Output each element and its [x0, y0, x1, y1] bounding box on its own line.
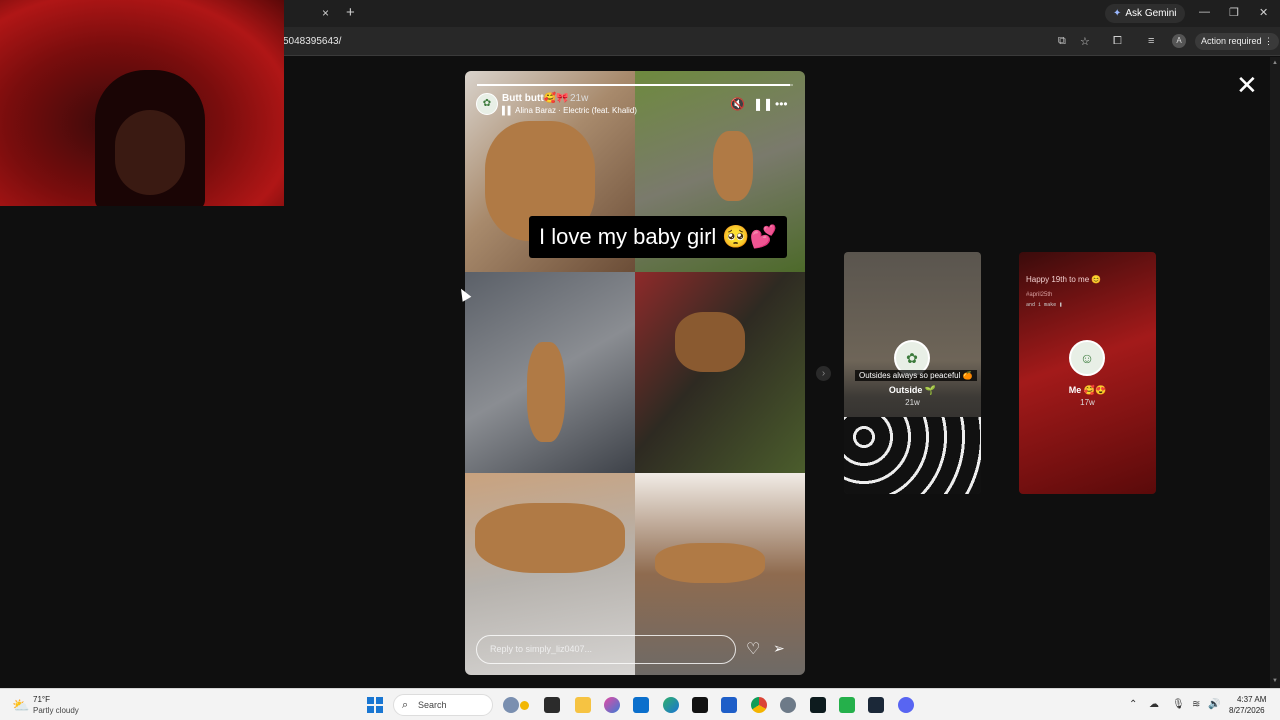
- widgets-app-icon[interactable]: [520, 701, 529, 710]
- minimize-button[interactable]: —: [1199, 6, 1210, 18]
- copilot-app-icon[interactable]: [503, 697, 519, 713]
- send-icon[interactable]: ➢: [773, 640, 785, 657]
- restore-button[interactable]: ❐: [1229, 6, 1239, 19]
- profile-avatar[interactable]: A: [1172, 34, 1186, 48]
- streamer-face: [115, 110, 185, 195]
- mute-icon[interactable]: 🔇: [730, 97, 745, 111]
- close-viewer-icon[interactable]: ✕: [1236, 70, 1258, 101]
- tray-overflow-chevron-icon[interactable]: ⌃: [1129, 699, 1137, 710]
- story-preview-me[interactable]: Happy 19th to me 😊 #april25th and i make…: [1019, 252, 1156, 494]
- page-scrollbar[interactable]: [1270, 57, 1280, 688]
- tray-onedrive-icon[interactable]: ☁: [1149, 699, 1159, 710]
- install-app-icon[interactable]: ⧉: [1058, 35, 1066, 48]
- terminal-icon[interactable]: [692, 697, 708, 713]
- preview-overlay-text: Happy 19th to me 😊: [1026, 275, 1102, 284]
- taskbar-search[interactable]: ⌕ Search: [393, 694, 493, 716]
- story-username[interactable]: Butt butt🥰🎀: [502, 93, 569, 104]
- ask-gemini-label: Ask Gemini: [1125, 8, 1177, 19]
- story-caption: I love my baby girl 🥺💕: [529, 216, 788, 258]
- pause-icon[interactable]: ❚❚: [753, 97, 773, 111]
- preview-title: Me 🥰😍: [1068, 385, 1107, 395]
- edge-icon[interactable]: [663, 697, 679, 713]
- preview-pants-pattern: [844, 417, 981, 494]
- preview-title: Outside 🌱: [888, 385, 937, 395]
- reply-input[interactable]: Reply to simply_liz0407...: [476, 635, 736, 664]
- story-photo-4: [635, 272, 805, 473]
- search-icon: ⌕: [402, 699, 409, 711]
- action-required-label: Action required: [1201, 36, 1262, 46]
- preview-time: 21w: [905, 398, 920, 407]
- extensions-icon[interactable]: ⧠: [1113, 35, 1122, 48]
- chrome-icon[interactable]: [751, 697, 767, 713]
- scroll-down-arrow-icon[interactable]: ▼: [1272, 678, 1278, 684]
- weather-icon[interactable]: ⛅: [12, 697, 29, 714]
- story-user-avatar[interactable]: ✿: [476, 93, 498, 115]
- preview-overlay-text: Outsides always so peaceful 🍊: [855, 370, 977, 381]
- start-button[interactable]: [367, 697, 383, 713]
- taskbar-search-label: Search: [418, 700, 447, 710]
- spotify-app-icon[interactable]: [839, 697, 855, 713]
- webcam-overlay: [0, 0, 284, 206]
- weather-description[interactable]: Partly cloudy: [33, 706, 79, 715]
- ask-gemini-button[interactable]: ✦ Ask Gemini: [1105, 4, 1185, 23]
- close-window-button[interactable]: ✕: [1259, 6, 1268, 19]
- preview-time: 17w: [1080, 398, 1095, 407]
- story-time: 21w: [570, 93, 589, 104]
- story-music[interactable]: ▌▌ Alina Baraz · Electric (feat. Khalid): [502, 106, 637, 115]
- tray-microphone-icon[interactable]: 🎙: [1172, 699, 1185, 710]
- story-music-label: Alina Baraz · Electric (feat. Khalid): [515, 106, 637, 115]
- media-control-icon[interactable]: ≡: [1148, 35, 1154, 47]
- task-view-icon[interactable]: [544, 697, 560, 713]
- preview-avatar: ☺: [1069, 340, 1105, 376]
- file-explorer-icon[interactable]: [575, 697, 591, 713]
- story-progress-bar: [477, 84, 793, 86]
- volume-icon[interactable]: 🔊: [1208, 699, 1220, 710]
- clock-date[interactable]: 8/27/2026: [1229, 706, 1265, 715]
- wifi-icon[interactable]: ≋: [1192, 699, 1200, 710]
- preview-typed-line: and i make ❚: [1026, 302, 1063, 308]
- bookmark-star-icon[interactable]: ☆: [1080, 35, 1090, 48]
- active-story[interactable]: ✿ Butt butt🥰🎀 21w ▌▌ Alina Baraz · Elect…: [465, 71, 805, 675]
- tab-close-icon[interactable]: ×: [322, 6, 329, 20]
- scroll-up-arrow-icon[interactable]: ▲: [1272, 60, 1278, 66]
- like-heart-icon[interactable]: ♡: [746, 639, 760, 659]
- url-field[interactable]: 5048395643/: [283, 36, 341, 47]
- music-bars-icon: ▌▌: [502, 106, 516, 115]
- gemini-spark-icon: ✦: [1113, 8, 1122, 19]
- windows-taskbar: ⛅ 71°F Partly cloudy ⌕ Search ⌃ ☁ 🎙 ≋ 🔊 …: [0, 688, 1280, 720]
- more-options-icon[interactable]: •••: [775, 97, 788, 111]
- store-icon[interactable]: [721, 697, 737, 713]
- action-required-button[interactable]: Action required ⋮: [1195, 33, 1280, 50]
- story-progress-fill: [477, 84, 790, 86]
- new-tab-button[interactable]: +: [346, 4, 355, 21]
- settings-gear-icon[interactable]: [780, 697, 796, 713]
- clock-time[interactable]: 4:37 AM: [1237, 695, 1266, 704]
- weather-temperature[interactable]: 71°F: [33, 695, 50, 704]
- outlook-icon[interactable]: [633, 697, 649, 713]
- nvidia-app-icon[interactable]: [810, 697, 826, 713]
- next-story-arrow[interactable]: ›: [816, 366, 831, 381]
- story-photo-3: [465, 272, 635, 473]
- copilot-icon[interactable]: [604, 697, 620, 713]
- discord-icon[interactable]: [898, 697, 914, 713]
- steam-icon[interactable]: [868, 697, 884, 713]
- preview-hashtag: #april25th: [1026, 292, 1053, 298]
- story-preview-outside[interactable]: ✿ Outsides always so peaceful 🍊 Outside …: [844, 252, 981, 494]
